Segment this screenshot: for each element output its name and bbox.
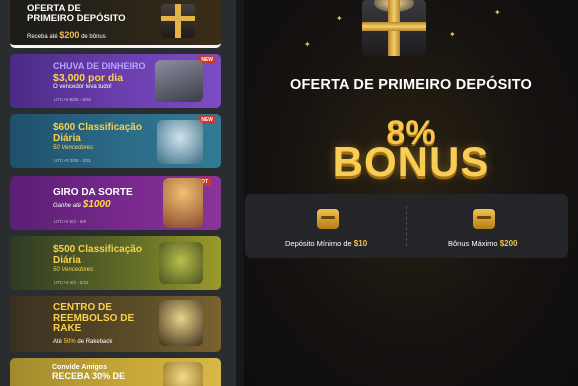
promo-money-rain[interactable]: CHUVA DE DINHEIRO $3,000 por dia O vence… xyxy=(10,54,221,108)
sparkle-icon: ✦ xyxy=(304,40,311,49)
promo-date: UTC+0 6/3 - 6/5 xyxy=(54,219,87,224)
bonus-info-card: Depósito Mínimo de $10 Bônus Máximo $200 xyxy=(245,194,568,258)
promo-sub-text: 50 Vencedores xyxy=(53,267,94,273)
gift-icon xyxy=(161,4,195,38)
promo-sub-text: 50 Vencedores xyxy=(53,145,94,151)
promo-title-line: PRIMEIRO DEPÓSITO xyxy=(27,13,126,24)
promo-daily-ranking-600[interactable]: $600 Classificação Diária 50 Vencedores … xyxy=(10,114,221,168)
promotions-sidebar[interactable]: OFERTA DE PRIMEIRO DEPÓSITO Receba até $… xyxy=(0,0,236,386)
sparkle-icon: ✦ xyxy=(336,14,343,23)
min-deposit-label: Depósito Mínimo de xyxy=(285,239,352,248)
max-bonus-value: $200 xyxy=(499,239,518,248)
gift-icon xyxy=(362,0,426,56)
promo-date: UTC+0 8/29 - 8/31 xyxy=(54,97,92,102)
promo-sub-amount: $200 xyxy=(59,30,80,40)
promo-sub-text: Receba até xyxy=(27,34,58,40)
page-title: OFERTA DE PRIMEIRO DEPÓSITO xyxy=(290,77,532,93)
crown-card-icon xyxy=(159,300,203,346)
promo-title-line: $3,000 por dia xyxy=(53,72,124,84)
sparkle-icon: ✦ xyxy=(494,8,501,17)
promo-title-line: CENTRO DE xyxy=(53,302,112,313)
divider xyxy=(406,206,407,246)
max-bonus-label: Bônus Máximo xyxy=(448,239,498,248)
promo-date: UTC+0 3/30 - 3/31 xyxy=(54,158,92,163)
promo-sub-text: de bônus xyxy=(81,34,106,40)
promo-title-line: $500 Classificação xyxy=(53,244,142,255)
treasure-chest-icon xyxy=(473,209,495,229)
promo-sub-amount: $1000 xyxy=(82,199,111,210)
promo-date: UTC+0 4/3 - 5/31 xyxy=(54,280,89,285)
promo-daily-ranking-500[interactable]: $500 Classificação Diária 50 Vencedores … xyxy=(10,236,221,290)
woman-avatar-icon xyxy=(163,178,203,228)
promo-sub-amount: 50% xyxy=(63,339,76,345)
promo-title-line: CHUVA DE DINHEIRO xyxy=(53,61,146,71)
bunny-trophy-icon xyxy=(157,120,203,164)
promo-lucky-spin[interactable]: GIRO DA SORTE Ganhe até $1000 UTC+0 6/3 … xyxy=(10,176,221,230)
cash-icon xyxy=(317,209,339,229)
promo-sub-text: de Rakeback xyxy=(77,339,113,345)
promo-title-line: RECEBA 30% DE xyxy=(52,371,126,381)
app-root: OFERTA DE PRIMEIRO DEPÓSITO Receba até $… xyxy=(0,0,578,386)
promo-sub-text: Até xyxy=(53,339,63,345)
min-deposit-info: Depósito Mínimo de $10 xyxy=(285,239,367,248)
promo-title-line: Diária xyxy=(53,255,81,266)
bonus-detail-panel: ✦ ✦ ✦ ✦ OFERTA DE PRIMEIRO DEPÓSITO 8% B… xyxy=(244,0,578,386)
promo-invite-friends[interactable]: Convide Amigos RECEBA 30% DE xyxy=(10,358,221,386)
min-deposit-value: $10 xyxy=(353,239,368,248)
spade-icon xyxy=(159,242,203,284)
money-case-icon xyxy=(155,60,203,102)
max-bonus-info: Bônus Máximo $200 xyxy=(448,239,518,248)
bonus-word: BONUS xyxy=(332,138,490,185)
promo-title-line: RAKE xyxy=(53,323,82,334)
promo-title-line: GIRO DA SORTE xyxy=(53,187,133,198)
promo-sub-text: Ganhe até xyxy=(53,203,82,209)
promo-sub-text: O vencedor leva tudo! xyxy=(53,84,112,90)
handshake-icon xyxy=(163,362,203,386)
promo-first-deposit[interactable]: OFERTA DE PRIMEIRO DEPÓSITO Receba até $… xyxy=(10,0,221,48)
sparkle-icon: ✦ xyxy=(449,30,456,39)
promo-rake-rebate[interactable]: CENTRO DE REEMBOLSO DE RAKE Até 50% de R… xyxy=(10,296,221,352)
promo-title-line: Diária xyxy=(53,133,81,144)
promo-title-line: $600 Classificação xyxy=(53,122,142,133)
